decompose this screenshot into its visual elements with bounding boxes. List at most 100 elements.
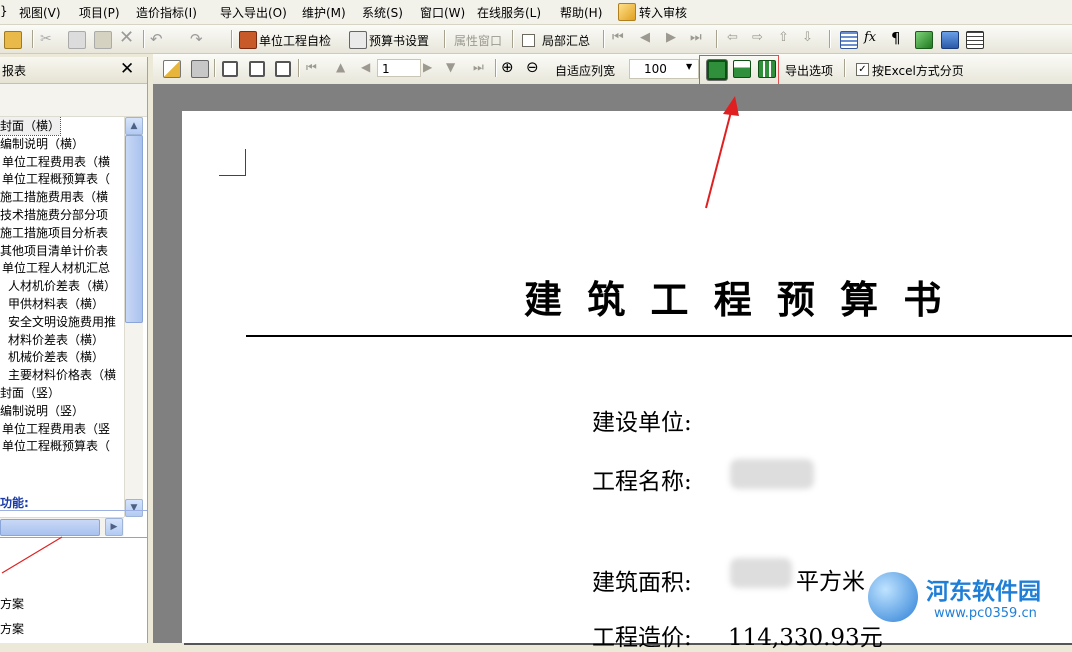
- move-left-icon[interactable]: ⇦: [727, 30, 738, 45]
- property-window-button[interactable]: 属性窗口: [454, 32, 502, 49]
- panel-subheader: [0, 84, 147, 117]
- partial-summary-checkbox[interactable]: [522, 34, 535, 47]
- last-page-icon[interactable]: ⏭: [473, 60, 484, 75]
- toolbar-separator: [512, 30, 513, 48]
- report-tree-item[interactable]: 技术措施费分部分项: [0, 206, 108, 224]
- fit-width-button[interactable]: 自适应列宽: [555, 62, 615, 79]
- zoom-select[interactable]: 100 ▼: [629, 59, 699, 79]
- vertical-scrollbar[interactable]: ▲ ▼: [124, 117, 143, 517]
- report-tree-item[interactable]: 人材机价差表（横）: [8, 277, 116, 295]
- multi-page-icon[interactable]: [275, 61, 291, 77]
- menu-item-project[interactable]: 项目(P): [79, 4, 120, 21]
- report-tree-item[interactable]: 其他项目清单计价表: [0, 242, 108, 260]
- menu-item-system[interactable]: 系统(S): [362, 4, 403, 21]
- report-tree-item[interactable]: 单位工程费用表（竖: [2, 420, 110, 438]
- menu-item-window[interactable]: 窗口(W): [420, 4, 465, 21]
- report-tree-item[interactable]: 甲供材料表（横）: [8, 295, 104, 313]
- function-underline: [0, 510, 147, 511]
- menu-item-maintenance[interactable]: 维护(M): [302, 4, 346, 21]
- paste-icon[interactable]: [94, 31, 112, 49]
- panel-header: 报表 ✕: [0, 57, 147, 84]
- menu-item-cost-index[interactable]: 造价指标(I): [136, 4, 197, 21]
- undo-icon[interactable]: ↶: [150, 30, 166, 48]
- print-icon[interactable]: [191, 60, 209, 78]
- prev-page-icon[interactable]: ◀: [361, 60, 370, 74]
- next-page-icon[interactable]: ▶: [423, 60, 432, 74]
- construction-unit-label: 建设单位:: [592, 410, 692, 436]
- menu-bar: } 视图(V) 项目(P) 造价指标(I) 导入导出(O) 维护(M) 系统(S…: [0, 0, 1072, 25]
- report-tree-item[interactable]: 封面（横）: [0, 117, 62, 136]
- calculator-icon[interactable]: [840, 31, 858, 49]
- report-tree-item[interactable]: 单位工程人材机汇总: [2, 259, 110, 277]
- export-excel-sheet-icon[interactable]: [733, 60, 751, 78]
- watermark-name: 河东软件园: [926, 579, 1041, 605]
- menu-item-import-export[interactable]: 导入导出(O): [220, 4, 287, 21]
- monitor-icon[interactable]: [941, 31, 959, 49]
- scroll-thumb[interactable]: [125, 135, 143, 323]
- last-record-icon[interactable]: ⏭: [690, 30, 702, 45]
- formula-icon[interactable]: fx: [864, 30, 876, 45]
- report-tree-item[interactable]: 安全文明设施费用推: [8, 313, 116, 331]
- page-down-icon[interactable]: ▼: [446, 60, 455, 74]
- report-tree-item[interactable]: 封面（竖）: [0, 384, 60, 402]
- copy-icon[interactable]: [68, 31, 86, 49]
- report-tree-item[interactable]: 单位工程费用表（横: [2, 153, 110, 171]
- report-design-icon[interactable]: [163, 60, 181, 78]
- open-folder-icon[interactable]: [4, 31, 22, 49]
- list-icon[interactable]: [966, 31, 984, 49]
- menu-item-transfer-audit[interactable]: 转入审核: [639, 4, 687, 21]
- report-tree-item[interactable]: 单位工程概预算表（: [2, 170, 110, 188]
- menu-item-view[interactable]: 视图(V): [19, 4, 61, 21]
- function-label: 功能:: [0, 496, 29, 510]
- toolbar-separator: [716, 30, 717, 48]
- export-excel-pages-icon[interactable]: [758, 60, 776, 78]
- toolbar-separator: [603, 30, 604, 48]
- report-tree-item[interactable]: 机械价差表（横）: [8, 348, 104, 366]
- page-number-input[interactable]: 1: [377, 59, 421, 77]
- main-toolbar: ✂ ✕ ↶ ↷ 单位工程自检 预算书设置 属性窗口 局部汇总 ⏮ ◀ ▶ ⏭ ⇦…: [0, 25, 1072, 54]
- move-right-icon[interactable]: ⇨: [752, 30, 763, 45]
- first-record-icon[interactable]: ⏮: [612, 30, 624, 45]
- move-up-icon[interactable]: ⇧: [778, 30, 789, 45]
- hscroll-thumb[interactable]: [0, 519, 100, 536]
- report-tree-item[interactable]: 单位工程概预算表（: [2, 437, 110, 455]
- excel-paging-checkbox[interactable]: ✓: [856, 63, 869, 76]
- report-tree-item[interactable]: 施工措施费用表（横: [0, 188, 108, 206]
- scroll-up-icon[interactable]: ▲: [125, 117, 143, 135]
- zoom-out-icon[interactable]: ⊖: [526, 58, 539, 76]
- single-page-icon[interactable]: [222, 61, 238, 77]
- move-down-icon[interactable]: ⇩: [802, 30, 813, 45]
- menu-item-file-tail[interactable]: }: [0, 4, 8, 18]
- scroll-right-icon[interactable]: ▶: [105, 518, 123, 536]
- project-cost-label: 工程造价:: [592, 625, 692, 651]
- redo-icon[interactable]: ↷: [190, 30, 206, 48]
- report-tree-item[interactable]: 编制说明（竖）: [0, 402, 84, 420]
- scheme-item[interactable]: 方案: [0, 595, 24, 612]
- report-tree-item[interactable]: 材料价差表（横）: [8, 331, 104, 349]
- export-excel-icon[interactable]: [707, 60, 727, 80]
- horizontal-scrollbar[interactable]: ▶: [0, 517, 124, 536]
- report-tree-item[interactable]: 施工措施项目分析表: [0, 224, 108, 242]
- report-tree-item[interactable]: 主要材料价格表（横: [8, 366, 116, 384]
- close-icon[interactable]: ✕: [120, 59, 134, 79]
- cut-icon[interactable]: ✂: [40, 31, 56, 47]
- paragraph-icon[interactable]: ¶: [891, 29, 901, 47]
- self-check-button[interactable]: 单位工程自检: [259, 32, 331, 49]
- prev-record-icon[interactable]: ◀: [640, 30, 650, 45]
- cube-icon[interactable]: [915, 31, 933, 49]
- scheme-item[interactable]: 方案: [0, 620, 24, 637]
- zoom-in-icon[interactable]: ⊕: [501, 58, 514, 76]
- report-tree-item[interactable]: 编制说明（横）: [0, 135, 84, 153]
- menu-item-online-service[interactable]: 在线服务(L): [477, 4, 541, 21]
- budget-settings-button[interactable]: 预算书设置: [369, 32, 429, 49]
- page-up-icon[interactable]: ▲: [336, 60, 345, 74]
- two-page-icon[interactable]: [249, 61, 265, 77]
- menu-item-help[interactable]: 帮助(H): [560, 4, 602, 21]
- scroll-down-icon[interactable]: ▼: [125, 499, 143, 517]
- watermark: 河东软件园 www.pc0359.cn: [868, 570, 1072, 643]
- next-record-icon[interactable]: ▶: [666, 30, 676, 45]
- delete-icon[interactable]: ✕: [119, 29, 135, 47]
- first-page-icon[interactable]: ⏮: [306, 60, 317, 75]
- export-options-button[interactable]: 导出选项: [785, 62, 833, 79]
- partial-summary-label: 局部汇总: [542, 34, 591, 48]
